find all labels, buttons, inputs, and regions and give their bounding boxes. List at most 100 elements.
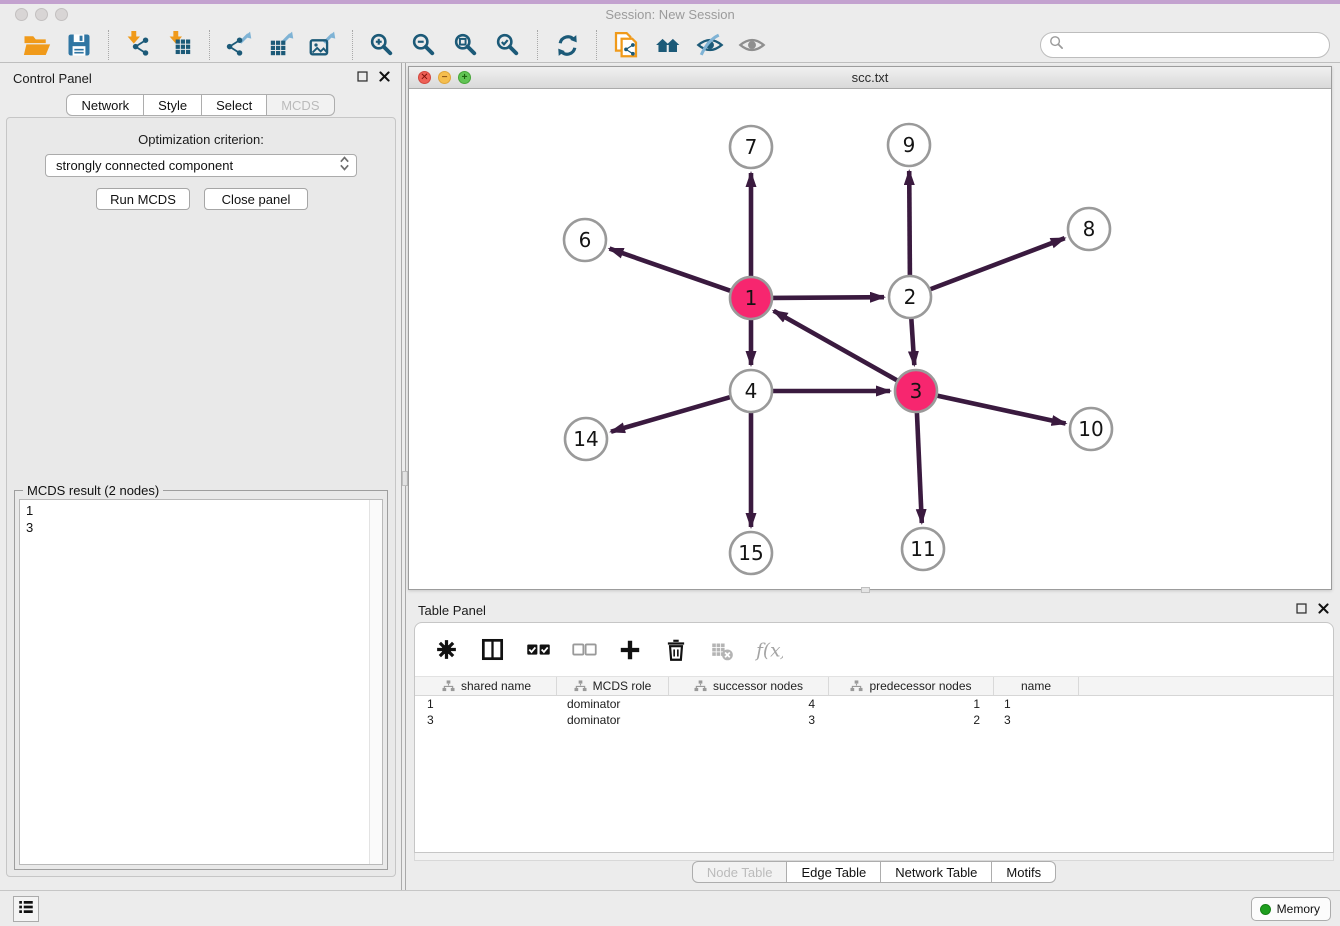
node-label-10: 10	[1078, 417, 1103, 441]
deselect-all-icon[interactable]	[569, 635, 599, 665]
tab-style[interactable]: Style	[144, 94, 202, 116]
network-canvas[interactable]: 7968124314101511	[409, 89, 1331, 589]
delete-row-icon[interactable]	[661, 635, 691, 665]
memory-button[interactable]: Memory	[1251, 897, 1331, 921]
close-panel-button[interactable]: Close panel	[204, 188, 308, 210]
clone-network-icon[interactable]	[611, 30, 641, 60]
mcds-result-box: MCDS result (2 nodes) 13	[14, 490, 388, 870]
table-cell[interactable]: 3	[669, 712, 829, 728]
tab-network-table[interactable]: Network Table	[881, 861, 992, 883]
status-bar: Memory	[0, 890, 1340, 926]
network-graph[interactable]: 7968124314101511	[409, 89, 1331, 589]
chevron-updown-icon	[339, 155, 350, 177]
show-all-icon[interactable]	[737, 30, 767, 60]
window-title: Session: New Session	[0, 7, 1340, 22]
control-panel: Control Panel NetworkStyleSelectMCDS Opt…	[0, 63, 402, 890]
edge-2-9[interactable]	[909, 171, 910, 276]
tree-icon	[850, 680, 863, 692]
tab-mcds[interactable]: MCDS	[267, 94, 334, 116]
mcds-result-area[interactable]: 13	[19, 499, 383, 865]
table-cell[interactable]: 4	[669, 696, 829, 712]
tab-select[interactable]: Select	[202, 94, 267, 116]
zoom-selected-icon[interactable]	[493, 30, 523, 60]
run-mcds-button[interactable]: Run MCDS	[96, 188, 190, 210]
edge-2-3[interactable]	[911, 318, 914, 365]
search-input[interactable]	[1064, 38, 1329, 53]
refresh-layout-icon[interactable]	[552, 30, 582, 60]
table-cell[interactable]: 1	[994, 696, 1079, 712]
zoom-out-icon[interactable]	[409, 30, 439, 60]
table-cell[interactable]: 1	[417, 696, 557, 712]
zoom-fit-icon[interactable]	[451, 30, 481, 60]
column-header-successor-nodes[interactable]: successor nodes	[669, 677, 829, 695]
import-table-icon[interactable]	[165, 30, 195, 60]
export-table-icon[interactable]	[266, 30, 296, 60]
close-panel-icon[interactable]	[378, 70, 391, 88]
horizontal-splitter-grip[interactable]	[861, 587, 870, 593]
zoom-in-icon[interactable]	[367, 30, 397, 60]
tab-network[interactable]: Network	[66, 94, 144, 116]
task-history-button[interactable]	[13, 896, 39, 922]
export-network-icon[interactable]	[224, 30, 254, 60]
network-window-title: scc.txt	[409, 70, 1331, 85]
table-row[interactable]: 3dominator323	[415, 712, 1333, 728]
tree-icon	[442, 680, 455, 692]
column-header-shared-name[interactable]: shared name	[417, 677, 557, 695]
select-all-icon[interactable]	[523, 635, 553, 665]
table-cell[interactable]: 2	[829, 712, 994, 728]
criterion-dropdown[interactable]: strongly connected component	[45, 154, 357, 177]
node-label-2: 2	[904, 285, 917, 309]
column-header-name[interactable]: name	[994, 677, 1079, 695]
edge-1-2[interactable]	[772, 297, 884, 298]
optimization-criterion-label: Optimization criterion:	[7, 132, 395, 147]
table-row[interactable]: 1dominator411	[415, 696, 1333, 712]
edge-1-6[interactable]	[610, 249, 732, 292]
settings-icon[interactable]	[431, 635, 461, 665]
table-toolbar: f(x)	[415, 623, 1333, 676]
hide-selected-icon[interactable]	[695, 30, 725, 60]
table-panel: Table Panel f(x) shared nameMCDS rolesuc…	[408, 595, 1340, 890]
table-header-row: shared nameMCDS rolesuccessor nodesprede…	[415, 676, 1333, 696]
tab-edge-table[interactable]: Edge Table	[787, 861, 881, 883]
result-line: 3	[26, 519, 366, 536]
table-cell[interactable]: 3	[417, 712, 557, 728]
tab-node-table[interactable]: Node Table	[692, 861, 788, 883]
save-session-icon[interactable]	[64, 30, 94, 60]
main-titlebar: Session: New Session	[0, 4, 1340, 28]
criterion-dropdown-value: strongly connected component	[56, 158, 339, 173]
split-columns-icon[interactable]	[477, 635, 507, 665]
table-cell[interactable]: 3	[994, 712, 1079, 728]
edge-3-10[interactable]	[937, 396, 1066, 424]
edge-3-1[interactable]	[774, 311, 898, 381]
export-image-icon[interactable]	[308, 30, 338, 60]
table-cell[interactable]: dominator	[557, 696, 669, 712]
table-cell[interactable]: dominator	[557, 712, 669, 728]
column-header-MCDS-role[interactable]: MCDS role	[557, 677, 669, 695]
result-scrollbar[interactable]	[369, 500, 382, 864]
column-header-predecessor-nodes[interactable]: predecessor nodes	[829, 677, 994, 695]
node-label-15: 15	[738, 541, 763, 565]
tree-icon	[574, 680, 587, 692]
first-neighbors-icon[interactable]	[653, 30, 683, 60]
application-window: Session: New Session Control Panel Netwo…	[0, 0, 1340, 926]
edge-2-8[interactable]	[930, 238, 1065, 289]
table-cell[interactable]: 1	[829, 696, 994, 712]
mcds-result-title: MCDS result (2 nodes)	[23, 483, 163, 498]
tab-motifs[interactable]: Motifs	[992, 861, 1056, 883]
close-panel-icon[interactable]	[1317, 602, 1330, 620]
svg-text:f(x): f(x)	[754, 640, 783, 661]
search-field[interactable]	[1040, 32, 1330, 58]
edge-4-14[interactable]	[611, 397, 731, 432]
function-builder-icon: f(x)	[753, 635, 783, 665]
mcds-panel: Optimization criterion: strongly connect…	[6, 117, 396, 877]
float-panel-icon[interactable]	[1295, 602, 1308, 620]
main-toolbar	[0, 28, 1340, 63]
import-network-icon[interactable]	[123, 30, 153, 60]
edge-3-11[interactable]	[917, 412, 922, 523]
open-file-icon[interactable]	[22, 30, 52, 60]
table-hscrollbar[interactable]	[414, 853, 1334, 861]
add-row-icon[interactable]	[615, 635, 645, 665]
node-label-14: 14	[573, 427, 598, 451]
float-panel-icon[interactable]	[356, 70, 369, 88]
control-panel-title: Control Panel	[13, 71, 92, 86]
